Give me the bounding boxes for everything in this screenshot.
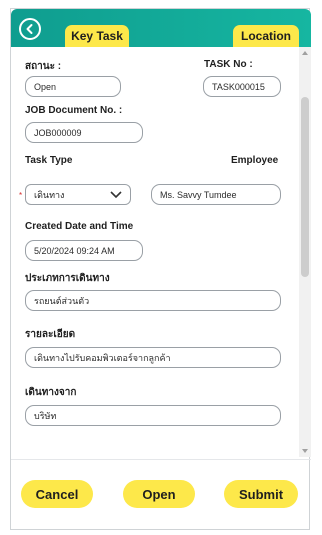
form-content: สถานะ : Open TASK No : TASK000015 JOB Do… — [11, 47, 311, 457]
task-type-select[interactable]: เดินทาง — [25, 184, 131, 205]
travel-type-label: ประเภทการเดินทาง — [25, 273, 110, 284]
back-arrow-icon — [26, 24, 33, 34]
task-form-window: Key Task Location สถานะ : Open TASK No :… — [10, 8, 311, 531]
back-button[interactable] — [19, 18, 41, 40]
employee-label: Employee — [231, 155, 279, 166]
detail-label: รายละเอียด — [25, 329, 76, 340]
tab-key-task[interactable]: Key Task — [65, 25, 129, 47]
job-doc-field[interactable]: JOB000009 — [25, 122, 143, 143]
status-field[interactable]: Open — [25, 76, 121, 97]
detail-field[interactable]: เดินทางไปรับคอมพิวเตอร์จากลูกค้า — [25, 347, 281, 368]
status-label: สถานะ : — [25, 61, 62, 72]
employee-field[interactable]: Ms. Savvy Tumdee — [151, 184, 281, 205]
tab-location[interactable]: Location — [233, 25, 299, 47]
submit-button[interactable]: Submit — [224, 480, 298, 508]
created-datetime-field[interactable]: 5/20/2024 09:24 AM — [25, 240, 143, 261]
from-label: เดินทางจาก — [25, 387, 77, 398]
task-type-label: Task Type — [25, 155, 73, 166]
action-footer: Cancel Open Submit — [11, 459, 311, 531]
task-no-field[interactable]: TASK000015 — [203, 76, 281, 97]
chevron-down-icon — [110, 190, 122, 198]
travel-type-field[interactable]: รถยนต์ส่วนตัว — [25, 290, 281, 311]
required-mark: * — [19, 191, 23, 200]
cancel-button[interactable]: Cancel — [21, 480, 93, 508]
from-field[interactable]: บริษัท — [25, 405, 281, 426]
scroll-up-arrow[interactable] — [302, 51, 308, 55]
created-label: Created Date and Time — [25, 221, 134, 232]
job-doc-label: JOB Document No. : — [25, 105, 123, 116]
task-no-label: TASK No : — [204, 59, 253, 70]
open-button[interactable]: Open — [123, 480, 195, 508]
scroll-thumb[interactable] — [301, 97, 309, 277]
task-type-value: เดินทาง — [34, 189, 65, 200]
vertical-scrollbar[interactable] — [299, 47, 311, 457]
header-bar: Key Task Location — [11, 9, 311, 47]
scroll-down-arrow[interactable] — [302, 449, 308, 453]
